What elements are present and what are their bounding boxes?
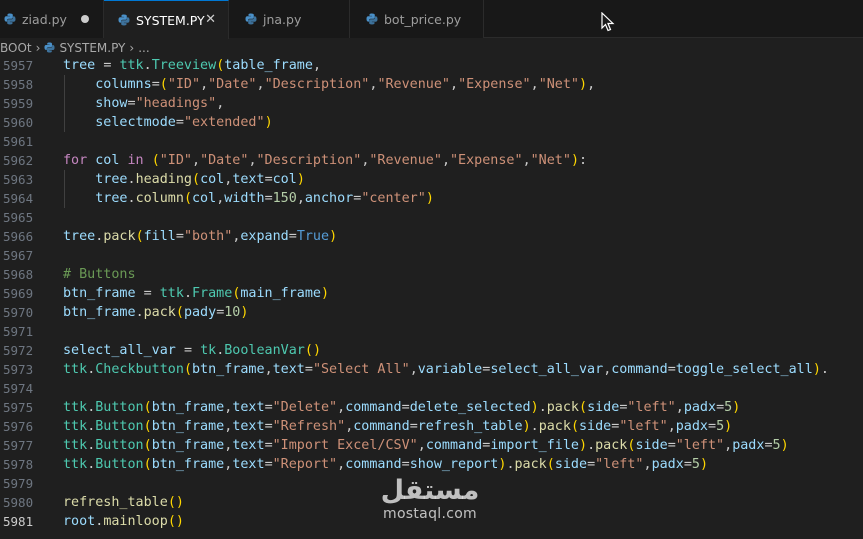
code-line[interactable]: 5961: [0, 132, 863, 151]
code-line[interactable]: 5974: [0, 379, 863, 398]
chevron-right-icon: ›: [35, 40, 41, 55]
code-text[interactable]: # Buttons: [63, 265, 136, 284]
line-number: 5974: [3, 381, 34, 396]
code-line[interactable]: 5960 selectmode="extended"): [0, 113, 863, 132]
code-text[interactable]: show="headings",: [63, 94, 224, 113]
code-line[interactable]: 5957 tree = ttk.Treeview(table_frame,: [0, 56, 863, 75]
line-number: 5966: [3, 229, 34, 244]
line-number: 5981: [3, 514, 34, 529]
watermark-latin-text: mostaql.com: [383, 506, 477, 522]
tab-bot-price-py[interactable]: bot_price.py: [350, 0, 484, 38]
tab-ziad-py[interactable]: ziad.py: [0, 0, 104, 38]
line-number: 5967: [3, 248, 34, 263]
line-number: 5965: [3, 210, 34, 225]
line-number: 5959: [3, 96, 34, 111]
code-line[interactable]: 5972 select_all_var = tk.BooleanVar(): [0, 341, 863, 360]
code-line[interactable]: 5977 ttk.Button(btn_frame,text="Import Ex…: [0, 436, 863, 455]
code-line[interactable]: 5975 ttk.Button(btn_frame,text="Delete",c…: [0, 398, 863, 417]
breadcrumb-folder[interactable]: BOOt: [0, 41, 32, 55]
code-text[interactable]: ttk.Button(btn_frame,text="Report",comma…: [63, 455, 708, 474]
line-number: 5972: [3, 343, 34, 358]
breadcrumb-file[interactable]: SYSTEM.PY: [59, 41, 125, 55]
python-file-icon: [118, 14, 130, 26]
tab-jna-py[interactable]: jna.py: [229, 0, 350, 38]
python-file-icon: [44, 42, 55, 53]
breadcrumb: BOOt › SYSTEM.PY › ...: [0, 38, 863, 57]
indent-guide: [64, 75, 65, 132]
code-line[interactable]: 5963 tree.heading(col,text=col): [0, 170, 863, 189]
line-number: 5969: [3, 286, 34, 301]
line-number: 5970: [3, 305, 34, 320]
code-line[interactable]: 5967: [0, 246, 863, 265]
code-line[interactable]: 5969 btn_frame = ttk.Frame(main_frame): [0, 284, 863, 303]
code-line[interactable]: 5976 ttk.Button(btn_frame,text="Refresh",…: [0, 417, 863, 436]
line-number: 5977: [3, 438, 34, 453]
editor-tab-bar: ziad.py SYSTEM.PY ✕ jna.py bot_price.py: [0, 0, 863, 39]
tab-label: jna.py: [263, 11, 302, 27]
mouse-pointer-icon: [601, 12, 615, 32]
tab-system-py[interactable]: SYSTEM.PY ✕: [104, 0, 229, 39]
code-text[interactable]: tree.column(col,width=150,anchor="center…: [63, 189, 434, 208]
code-line[interactable]: 5964 tree.column(col,width=150,anchor="c…: [0, 189, 863, 208]
code-line[interactable]: 5959 show="headings",: [0, 94, 863, 113]
line-number: 5973: [3, 362, 34, 377]
line-number: 5958: [3, 77, 34, 92]
code-text[interactable]: tree = ttk.Treeview(table_frame,: [63, 56, 321, 75]
tab-label: SYSTEM.PY: [136, 12, 205, 28]
mostaql-watermark: مستقل mostaql.com: [370, 476, 490, 532]
line-number: 5975: [3, 400, 34, 415]
line-number: 5968: [3, 267, 34, 282]
python-file-icon: [245, 13, 257, 25]
line-number: 5978: [3, 457, 34, 472]
line-number: 5961: [3, 134, 34, 149]
code-text[interactable]: btn_frame = ttk.Frame(main_frame): [63, 284, 329, 303]
code-text[interactable]: ttk.Button(btn_frame,text="Refresh",comm…: [63, 417, 732, 436]
code-text[interactable]: selectmode="extended"): [63, 113, 272, 132]
unsaved-changes-dot-icon[interactable]: [81, 15, 89, 23]
code-line[interactable]: 5965: [0, 208, 863, 227]
line-number: 5976: [3, 419, 34, 434]
indent-guide: [64, 170, 65, 208]
code-line[interactable]: 5962 for col in ("ID","Date","Description…: [0, 151, 863, 170]
code-text[interactable]: for col in ("ID","Date","Description","R…: [63, 151, 587, 170]
code-text[interactable]: tree.pack(fill="both",expand=True): [63, 227, 337, 246]
code-line[interactable]: 5973 ttk.Checkbutton(btn_frame,text="Sele…: [0, 360, 863, 379]
code-line[interactable]: 5978 ttk.Button(btn_frame,text="Report",c…: [0, 455, 863, 474]
code-text[interactable]: root.mainloop(): [63, 512, 184, 531]
code-text[interactable]: refresh_table(): [63, 493, 184, 512]
line-number: 5963: [3, 172, 34, 187]
chevron-right-icon: ›: [129, 40, 135, 55]
tab-label: bot_price.py: [384, 11, 462, 27]
code-editor[interactable]: 5957 tree = ttk.Treeview(table_frame, 5958…: [0, 56, 863, 539]
python-file-icon: [4, 13, 16, 25]
watermark-arabic-text: مستقل: [380, 475, 480, 506]
code-line[interactable]: 5968 # Buttons: [0, 265, 863, 284]
code-line[interactable]: 5966 tree.pack(fill="both",expand=True): [0, 227, 863, 246]
line-number: 5962: [3, 153, 34, 168]
code-text[interactable]: tree.heading(col,text=col): [63, 170, 305, 189]
tab-label: ziad.py: [22, 11, 67, 27]
line-number: 5964: [3, 191, 34, 206]
line-number: 5979: [3, 476, 34, 491]
code-text[interactable]: btn_frame.pack(pady=10): [63, 303, 248, 322]
close-icon[interactable]: ✕: [205, 12, 216, 27]
code-text[interactable]: ttk.Checkbutton(btn_frame,text="Select A…: [63, 360, 829, 379]
code-line[interactable]: 5970 btn_frame.pack(pady=10): [0, 303, 863, 322]
line-number: 5980: [3, 495, 34, 510]
code-text[interactable]: ttk.Button(btn_frame,text="Delete",comma…: [63, 398, 740, 417]
line-number: 5957: [3, 58, 34, 73]
code-text[interactable]: ttk.Button(btn_frame,text="Import Excel/…: [63, 436, 789, 455]
code-text[interactable]: columns=("ID","Date","Description","Reve…: [63, 75, 595, 94]
code-line[interactable]: 5958 columns=("ID","Date","Description",…: [0, 75, 863, 94]
code-line[interactable]: 5971: [0, 322, 863, 341]
python-file-icon: [366, 13, 378, 25]
breadcrumb-more[interactable]: ...: [138, 41, 149, 55]
line-number: 5971: [3, 324, 34, 339]
code-text[interactable]: select_all_var = tk.BooleanVar(): [63, 341, 321, 360]
line-number: 5960: [3, 115, 34, 130]
